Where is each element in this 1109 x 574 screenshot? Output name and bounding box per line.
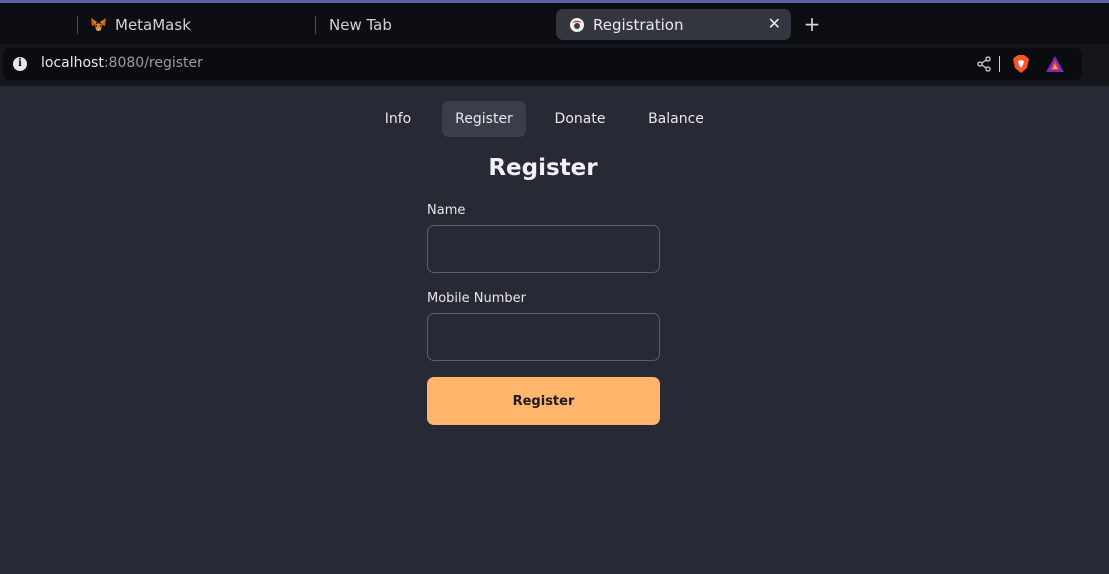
brave-rewards-icon[interactable] — [1045, 55, 1065, 73]
name-field[interactable] — [427, 225, 660, 273]
mobile-number-label: Mobile Number — [427, 291, 526, 306]
share-icon[interactable] — [976, 56, 992, 72]
url-path: :8080/register — [103, 55, 203, 71]
url-text[interactable]: localhost:8080/register — [41, 55, 203, 71]
nav-balance[interactable]: Balance — [636, 101, 716, 137]
tab-separator — [315, 16, 316, 34]
main-nav: Info Register Donate Balance — [0, 101, 1109, 137]
browser-toolbar: i localhost:8080/register — [0, 44, 1109, 86]
metamask-fox-icon — [90, 16, 107, 33]
toolbar-divider — [999, 56, 1000, 72]
tab-metamask[interactable]: MetaMask — [90, 9, 310, 40]
tab-label: MetaMask — [115, 15, 191, 34]
nav-donate[interactable]: Donate — [544, 101, 616, 137]
tab-label: Registration — [593, 15, 684, 34]
name-label: Name — [427, 203, 466, 218]
new-tab-button[interactable]: + — [802, 13, 822, 35]
tab-label: New Tab — [329, 15, 392, 34]
tab-registration[interactable]: Registration ✕ — [556, 9, 791, 40]
info-icon[interactable]: i — [13, 57, 27, 71]
page-title: Register — [488, 155, 598, 181]
tab-strip: MetaMask New Tab Registration ✕ + — [0, 3, 1109, 44]
url-host: localhost — [41, 55, 104, 71]
nav-register[interactable]: Register — [442, 101, 526, 137]
nav-info[interactable]: Info — [372, 101, 424, 137]
tab-new-tab[interactable]: New Tab — [329, 9, 529, 40]
brave-shield-icon[interactable] — [1011, 54, 1031, 74]
address-bar[interactable]: i localhost:8080/register — [3, 48, 1082, 80]
page-favicon-icon — [568, 16, 585, 33]
mobile-number-field[interactable] — [427, 313, 660, 361]
close-icon[interactable]: ✕ — [768, 15, 781, 33]
register-button[interactable]: Register — [427, 377, 660, 425]
tab-separator — [77, 16, 78, 34]
